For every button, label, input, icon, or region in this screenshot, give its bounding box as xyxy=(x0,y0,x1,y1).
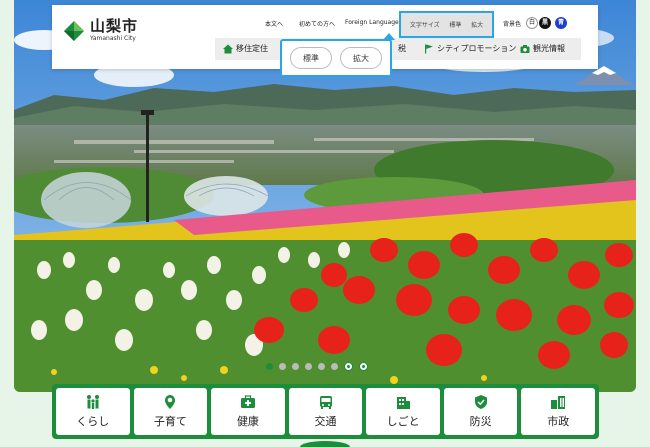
skip-to-main-link[interactable]: 本文へ xyxy=(265,19,283,28)
bus-icon xyxy=(319,396,332,409)
bg-black-button[interactable]: 黒 xyxy=(539,17,551,29)
slide-dot[interactable] xyxy=(266,363,273,370)
building-icon xyxy=(397,397,411,409)
category-city-admin[interactable]: 市政 xyxy=(521,388,596,435)
bg-blue-button[interactable]: 青 xyxy=(555,17,567,29)
font-size-label: 文字サイズ xyxy=(409,22,440,29)
category-nav: くらし 子育て 健康 交通 しごと 防災 市政 xyxy=(52,384,599,439)
nav-item-kanko[interactable]: 観光情報 xyxy=(520,43,565,54)
category-label: 交通 xyxy=(314,415,337,428)
nav-item-migrate-label: 移住定住 xyxy=(236,44,268,53)
font-size-control[interactable]: 文字サイズ 標準 拡大 xyxy=(399,11,494,38)
category-disaster[interactable]: 防災 xyxy=(443,388,518,435)
font-size-large-button[interactable]: 拡大 xyxy=(469,17,485,32)
popup-standard-button[interactable]: 標準 xyxy=(290,47,332,69)
category-living[interactable]: くらし xyxy=(56,388,130,435)
bg-white-button[interactable]: 白 xyxy=(526,17,538,29)
first-visit-link[interactable]: 初めての方へ xyxy=(299,19,335,28)
bg-color-label: 背景色 xyxy=(503,21,522,28)
category-label: くらし xyxy=(76,415,110,428)
category-childcare[interactable]: 子育て xyxy=(133,388,208,435)
category-health[interactable]: 健康 xyxy=(211,388,285,435)
shield-icon xyxy=(474,395,487,409)
nav-item-migrate[interactable]: 移住定住 xyxy=(223,43,268,54)
category-label: 市政 xyxy=(547,415,570,428)
category-label: 子育て xyxy=(153,415,187,428)
slider-indicators xyxy=(266,362,374,371)
city-hall-icon xyxy=(551,396,566,409)
category-transport[interactable]: 交通 xyxy=(288,388,363,435)
camera-icon xyxy=(520,44,530,53)
child-icon xyxy=(165,395,176,409)
category-label: しごと xyxy=(386,415,420,428)
nav-item-tax-label: 税 xyxy=(398,44,406,53)
medical-kit-icon xyxy=(240,395,255,408)
font-size-popup: 標準 拡大 xyxy=(280,39,392,77)
nav-item-promotion[interactable]: シティプロモーション xyxy=(424,43,516,54)
category-work[interactable]: しごと xyxy=(366,388,440,435)
slide-dot[interactable] xyxy=(292,363,299,370)
font-size-standard-button[interactable]: 標準 xyxy=(447,17,463,32)
popup-large-button[interactable]: 拡大 xyxy=(340,47,382,69)
slide-dot[interactable] xyxy=(318,363,325,370)
nav-item-kanko-label: 観光情報 xyxy=(533,44,565,53)
site-name-jp: 山梨市 xyxy=(90,17,139,35)
flag-icon xyxy=(425,44,433,53)
nav-item-tax[interactable]: 税 xyxy=(398,43,406,54)
category-label: 健康 xyxy=(236,415,259,428)
slide-dot[interactable] xyxy=(279,363,286,370)
family-icon xyxy=(86,395,99,409)
global-nav: 移住定住 税 シティプロモーション 観光情報 xyxy=(215,38,581,60)
yamanashi-leaf-icon xyxy=(64,21,84,41)
slider-play-button[interactable] xyxy=(359,362,368,371)
home-icon xyxy=(223,44,233,53)
foreign-language-link[interactable]: Foreign Language xyxy=(345,19,399,26)
site-name-en: Yamanashi City xyxy=(90,35,136,42)
slide-dot[interactable] xyxy=(305,363,312,370)
slide-dot[interactable] xyxy=(331,363,338,370)
category-label: 防災 xyxy=(469,415,492,428)
site-logo[interactable]: 山梨市 Yamanashi City xyxy=(62,19,138,43)
slider-pause-button[interactable] xyxy=(344,362,353,371)
scroll-down-tab[interactable] xyxy=(300,441,350,447)
nav-item-promotion-label: シティプロモーション xyxy=(437,44,517,53)
